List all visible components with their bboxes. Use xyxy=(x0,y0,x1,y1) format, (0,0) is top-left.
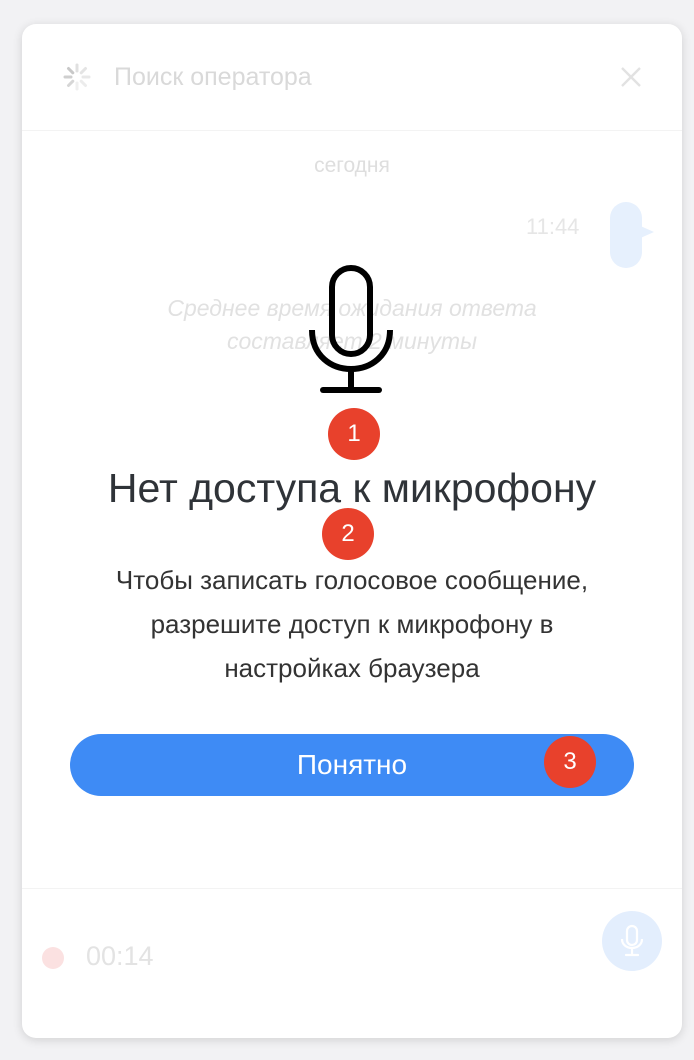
annotation-marker-2: 2 xyxy=(322,508,374,560)
dialog-description: Чтобы записать голосовое сообщение, разр… xyxy=(62,558,642,690)
description-line-2: разрешите доступ к микрофону в xyxy=(150,609,554,639)
description-line-1: Чтобы записать голосовое сообщение, xyxy=(115,565,589,595)
description-line-3: настройках браузера xyxy=(224,653,480,683)
annotation-marker-3: 3 xyxy=(544,736,596,788)
mic-permission-dialog: 1 Нет доступа к микрофону 2 Чтобы записа… xyxy=(22,24,682,1038)
microphone-icon xyxy=(309,265,393,393)
annotation-marker-1: 1 xyxy=(328,408,380,460)
chat-widget: Поиск оператора сегодня 11:44 Среднее вр… xyxy=(22,24,682,1038)
dialog-title: Нет доступа к микрофону xyxy=(107,465,597,511)
